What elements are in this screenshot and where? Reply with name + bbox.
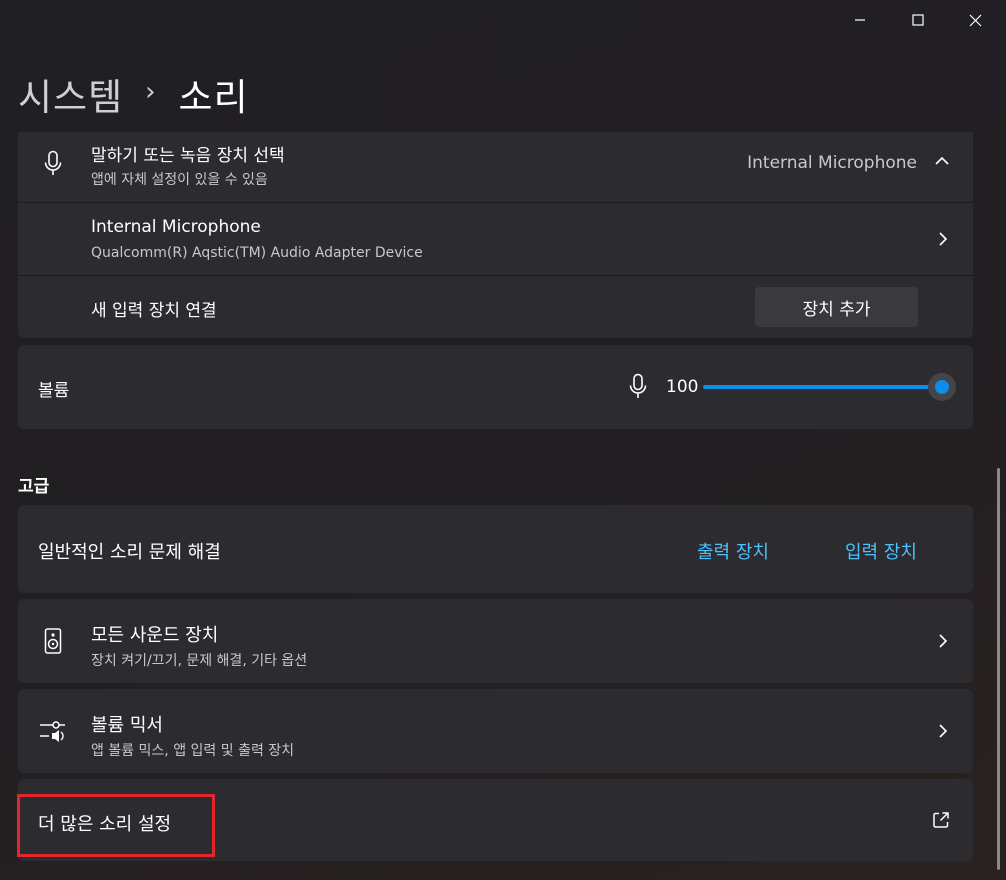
microphone-icon <box>44 150 62 175</box>
external-link-icon <box>933 812 949 828</box>
input-device-link[interactable]: 입력 장치 <box>845 538 917 564</box>
highlight-box <box>17 794 215 857</box>
volume-mixer-icon <box>40 721 65 742</box>
volume-slider-thumb[interactable] <box>928 373 956 401</box>
all-sound-devices-card[interactable]: 모든 사운드 장치 장치 켜기/끄기, 문제 해결, 기타 옵션 <box>18 599 973 683</box>
breadcrumb-system[interactable]: 시스템 <box>18 67 123 121</box>
volume-label: 볼륨 <box>38 381 70 401</box>
input-device-header[interactable]: 말하기 또는 녹음 장치 선택 앱에 자체 설정이 있을 수 있음 Intern… <box>18 132 973 202</box>
troubleshoot-card: 일반적인 소리 문제 해결 출력 장치 입력 장치 <box>18 505 973 593</box>
output-device-link[interactable]: 출력 장치 <box>697 538 769 564</box>
breadcrumb: 시스템 › 소리 <box>18 67 249 121</box>
breadcrumb-separator: › <box>145 77 157 107</box>
device-internal-microphone[interactable]: Internal Microphone Qualcomm(R) Aqstic(T… <box>18 203 973 275</box>
chevron-up-icon[interactable] <box>934 155 950 167</box>
maximize-button[interactable] <box>895 6 941 34</box>
volume-mixer-card[interactable]: 볼륨 믹서 앱 볼륨 믹스, 앱 입력 및 출력 장치 <box>18 689 973 773</box>
add-device-button[interactable]: 장치 추가 <box>755 287 918 327</box>
volume-value: 100 <box>666 377 699 397</box>
advanced-heading: 고급 <box>18 477 50 497</box>
volume-mixer-title: 볼륨 믹서 <box>91 715 163 736</box>
input-device-group: 말하기 또는 녹음 장치 선택 앱에 자체 설정이 있을 수 있음 Intern… <box>18 132 973 338</box>
all-sound-devices-subtitle: 장치 켜기/끄기, 문제 해결, 기타 옵션 <box>91 653 308 669</box>
add-input-device-row: 새 입력 장치 연결 장치 추가 <box>18 276 973 338</box>
scrollbar[interactable] <box>997 468 1000 870</box>
close-button[interactable] <box>952 6 998 34</box>
input-device-subtitle: 앱에 자체 설정이 있을 수 있음 <box>91 172 268 188</box>
minimize-button[interactable] <box>837 6 883 34</box>
troubleshoot-label: 일반적인 소리 문제 해결 <box>38 542 221 563</box>
close-icon <box>969 14 981 26</box>
all-sound-devices-title: 모든 사운드 장치 <box>91 625 219 646</box>
volume-mixer-subtitle: 앱 볼륨 믹스, 앱 입력 및 출력 장치 <box>91 743 295 759</box>
chevron-right-icon <box>939 634 948 648</box>
speaker-icon <box>44 628 62 654</box>
device-name: Internal Microphone <box>91 217 261 237</box>
maximize-icon <box>912 14 924 26</box>
add-input-device-label: 새 입력 장치 연결 <box>91 301 217 321</box>
input-device-title: 말하기 또는 녹음 장치 선택 <box>91 146 285 166</box>
chevron-right-icon <box>939 232 948 246</box>
microphone-icon <box>629 373 647 398</box>
volume-slider-track <box>703 385 933 389</box>
page-title: 소리 <box>178 76 249 119</box>
volume-card: 볼륨 100 <box>18 345 973 429</box>
device-description: Qualcomm(R) Aqstic(TM) Audio Adapter Dev… <box>91 245 423 261</box>
volume-slider[interactable] <box>703 373 958 401</box>
chevron-right-icon <box>939 724 948 738</box>
selected-input-device: Internal Microphone <box>747 153 917 173</box>
minimize-icon <box>855 19 865 21</box>
